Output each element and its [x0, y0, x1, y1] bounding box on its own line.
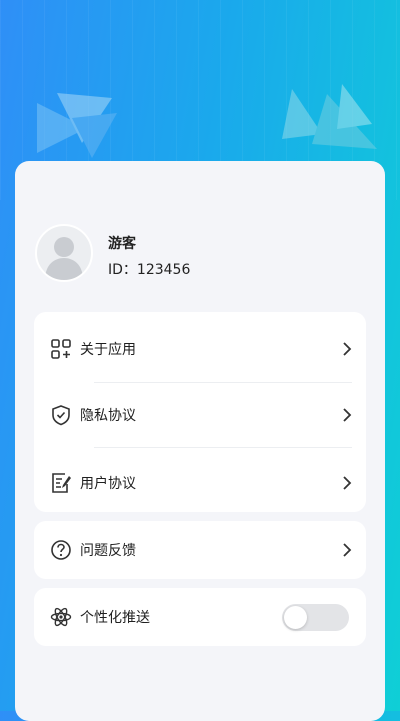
menu-item-privacy-label: 隐私协议: [80, 408, 136, 424]
user-id: ID：123456: [108, 262, 191, 278]
nickname: 游客: [108, 236, 136, 252]
toggle-knob: [284, 606, 307, 629]
chevron-right-icon: [343, 342, 352, 356]
grid-icon: [51, 339, 71, 359]
atom-icon: [50, 607, 72, 627]
menu-card-push: 个性化推送: [34, 588, 366, 646]
chevron-right-icon: [343, 543, 352, 557]
profile-section: 游客 ID：123456: [35, 224, 355, 284]
decorative-triangles-right: [282, 84, 377, 149]
menu-item-push-label: 个性化推送: [80, 610, 150, 626]
chevron-right-icon: [343, 476, 352, 490]
chevron-right-icon: [343, 408, 352, 422]
divider: [94, 382, 352, 383]
question-icon: [51, 540, 71, 560]
divider: [94, 447, 352, 448]
shield-icon: [52, 405, 70, 426]
user-silhouette-icon: [45, 237, 83, 280]
push-toggle[interactable]: [282, 604, 349, 631]
menu-item-about-label: 关于应用: [80, 342, 136, 358]
menu-card-feedback: 问题反馈: [34, 521, 366, 579]
menu-item-user-agreement[interactable]: 用户协议: [34, 454, 366, 512]
menu-item-feedback-label: 问题反馈: [80, 543, 136, 559]
menu-item-about[interactable]: 关于应用: [34, 320, 366, 378]
menu-item-privacy[interactable]: 隐私协议: [34, 386, 366, 444]
menu-card-main: 关于应用 隐私协议 用户协议: [34, 312, 366, 512]
decorative-triangles-left: [37, 93, 117, 158]
menu-item-user-agreement-label: 用户协议: [80, 476, 136, 492]
menu-item-push: 个性化推送: [34, 588, 366, 646]
document-edit-icon: [52, 473, 71, 493]
avatar[interactable]: [35, 224, 93, 282]
content-panel: 游客 ID：123456 关于应用 隐私协议 用户协议 问题反馈 个性化推送: [15, 161, 385, 721]
menu-item-feedback[interactable]: 问题反馈: [34, 521, 366, 579]
